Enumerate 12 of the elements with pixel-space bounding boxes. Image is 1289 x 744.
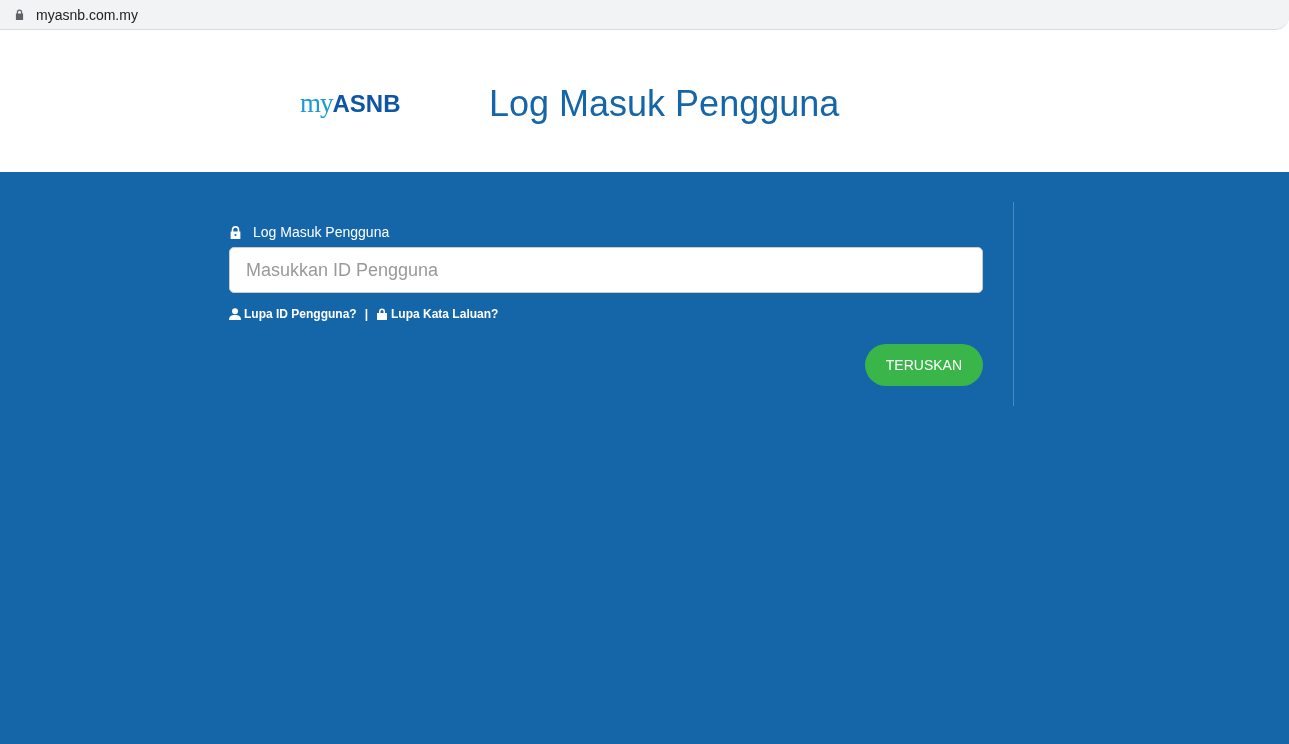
user-icon bbox=[229, 308, 241, 320]
logo: myASNB bbox=[300, 88, 402, 119]
padlock-icon bbox=[230, 225, 241, 239]
url-text[interactable]: myasnb.com.my bbox=[36, 6, 138, 23]
user-id-field[interactable]: Masukkan ID Pengguna bbox=[229, 247, 983, 293]
forgot-link[interactable]: Lupa Kata Laluan? bbox=[391, 307, 499, 321]
lock-icon bbox=[376, 308, 389, 320]
page-title: Log Masuk Pengguna bbox=[489, 82, 840, 125]
separator: | bbox=[364, 307, 369, 321]
field-label: Log Masuk Pengguna bbox=[253, 224, 390, 240]
padlock-icon bbox=[15, 9, 24, 20]
forgot-link[interactable]: Lupa ID Pengguna? bbox=[244, 307, 357, 321]
